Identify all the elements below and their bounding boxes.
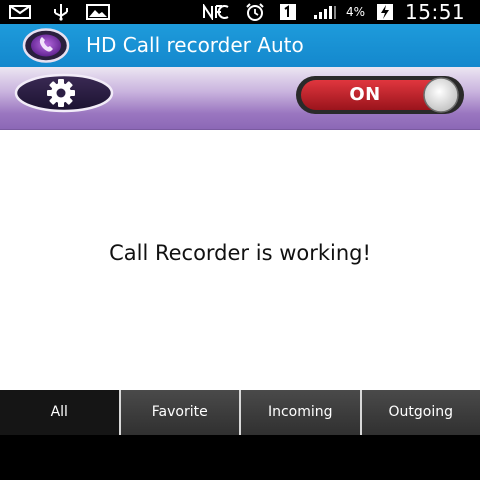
nfc-icon <box>201 3 231 21</box>
alarm-icon <box>243 3 267 21</box>
clock: 15:51 <box>405 0 466 24</box>
settings-button[interactable] <box>14 73 114 113</box>
app-logo-icon[interactable] <box>22 28 70 63</box>
tab-all[interactable]: All <box>0 390 119 435</box>
screen: 4% 15:51 HD Call recorder Auto ON Call R… <box>0 0 480 480</box>
tab-favorite[interactable]: Favorite <box>118 390 239 435</box>
bottom-empty-area <box>0 435 480 480</box>
power-toggle[interactable]: ON <box>295 75 465 115</box>
toggle-label: ON <box>349 84 381 105</box>
main-content: Call Recorder is working! <box>0 130 480 390</box>
tab-bar: All Favorite Incoming Outgoing <box>0 390 480 435</box>
action-bar: HD Call recorder Auto <box>0 24 480 67</box>
battery-charging-icon <box>374 3 396 21</box>
tab-outgoing[interactable]: Outgoing <box>359 390 480 435</box>
usb-icon <box>50 3 72 21</box>
controls-band: ON <box>0 67 480 130</box>
mail-icon <box>8 3 32 21</box>
gear-icon <box>14 73 114 113</box>
status-bar: 4% 15:51 <box>0 0 480 24</box>
tab-incoming[interactable]: Incoming <box>239 390 360 435</box>
app-title: HD Call recorder Auto <box>86 33 304 57</box>
signal-icon <box>312 3 338 21</box>
battery-percent: 4% <box>346 5 366 19</box>
image-icon <box>84 3 112 21</box>
sim-1-icon <box>278 3 298 21</box>
status-message: Call Recorder is working! <box>109 241 371 265</box>
